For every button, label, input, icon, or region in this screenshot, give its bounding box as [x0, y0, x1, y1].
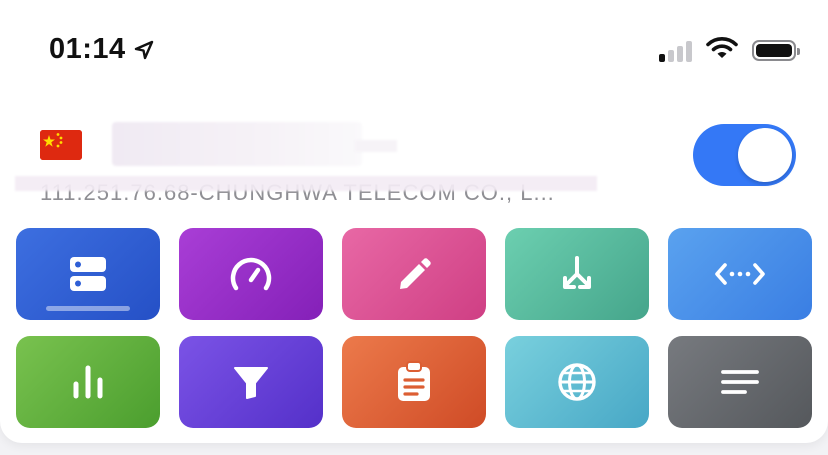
- tile-routing[interactable]: [505, 228, 649, 320]
- ellipsis-code-icon: [715, 259, 765, 289]
- text-lines-icon: [720, 367, 760, 397]
- status-time-text: 01:14: [49, 33, 126, 65]
- selected-tile-indicator: [46, 306, 130, 311]
- vpn-connection-toggle[interactable]: [693, 124, 796, 186]
- route-merge-icon: [557, 254, 597, 294]
- redacted-description: [15, 176, 597, 191]
- tile-rules[interactable]: [179, 336, 323, 428]
- location-arrow-icon: [134, 40, 154, 60]
- redacted-server-name: [112, 122, 362, 166]
- tile-web[interactable]: [505, 336, 649, 428]
- tile-edit[interactable]: [342, 228, 486, 320]
- battery-level: [756, 44, 792, 57]
- tile-speed-test[interactable]: [179, 228, 323, 320]
- cellular-signal-icon: [659, 40, 692, 62]
- server-list-icon: [68, 254, 108, 294]
- globe-icon: [556, 361, 598, 403]
- tile-logs[interactable]: [342, 336, 486, 428]
- bar-chart-icon: [68, 362, 108, 402]
- toggle-knob: [738, 128, 792, 182]
- filter-icon: [231, 362, 271, 402]
- china-flag-icon: [40, 130, 82, 160]
- wifi-icon: [706, 36, 738, 65]
- pencil-icon: [394, 254, 434, 294]
- battery-icon: [752, 40, 800, 61]
- status-indicators: [659, 36, 800, 65]
- speedometer-icon: [229, 254, 273, 294]
- control-card: 01:14 111.251.76.68-CHUNGHWA TELECOM CO.…: [0, 0, 828, 443]
- redacted-server-name-tail: [355, 140, 397, 152]
- tile-statistics[interactable]: [16, 336, 160, 428]
- clipboard-icon: [394, 361, 434, 403]
- status-time: 01:14: [49, 33, 154, 66]
- tile-connection[interactable]: [668, 228, 812, 320]
- tile-more[interactable]: [668, 336, 812, 428]
